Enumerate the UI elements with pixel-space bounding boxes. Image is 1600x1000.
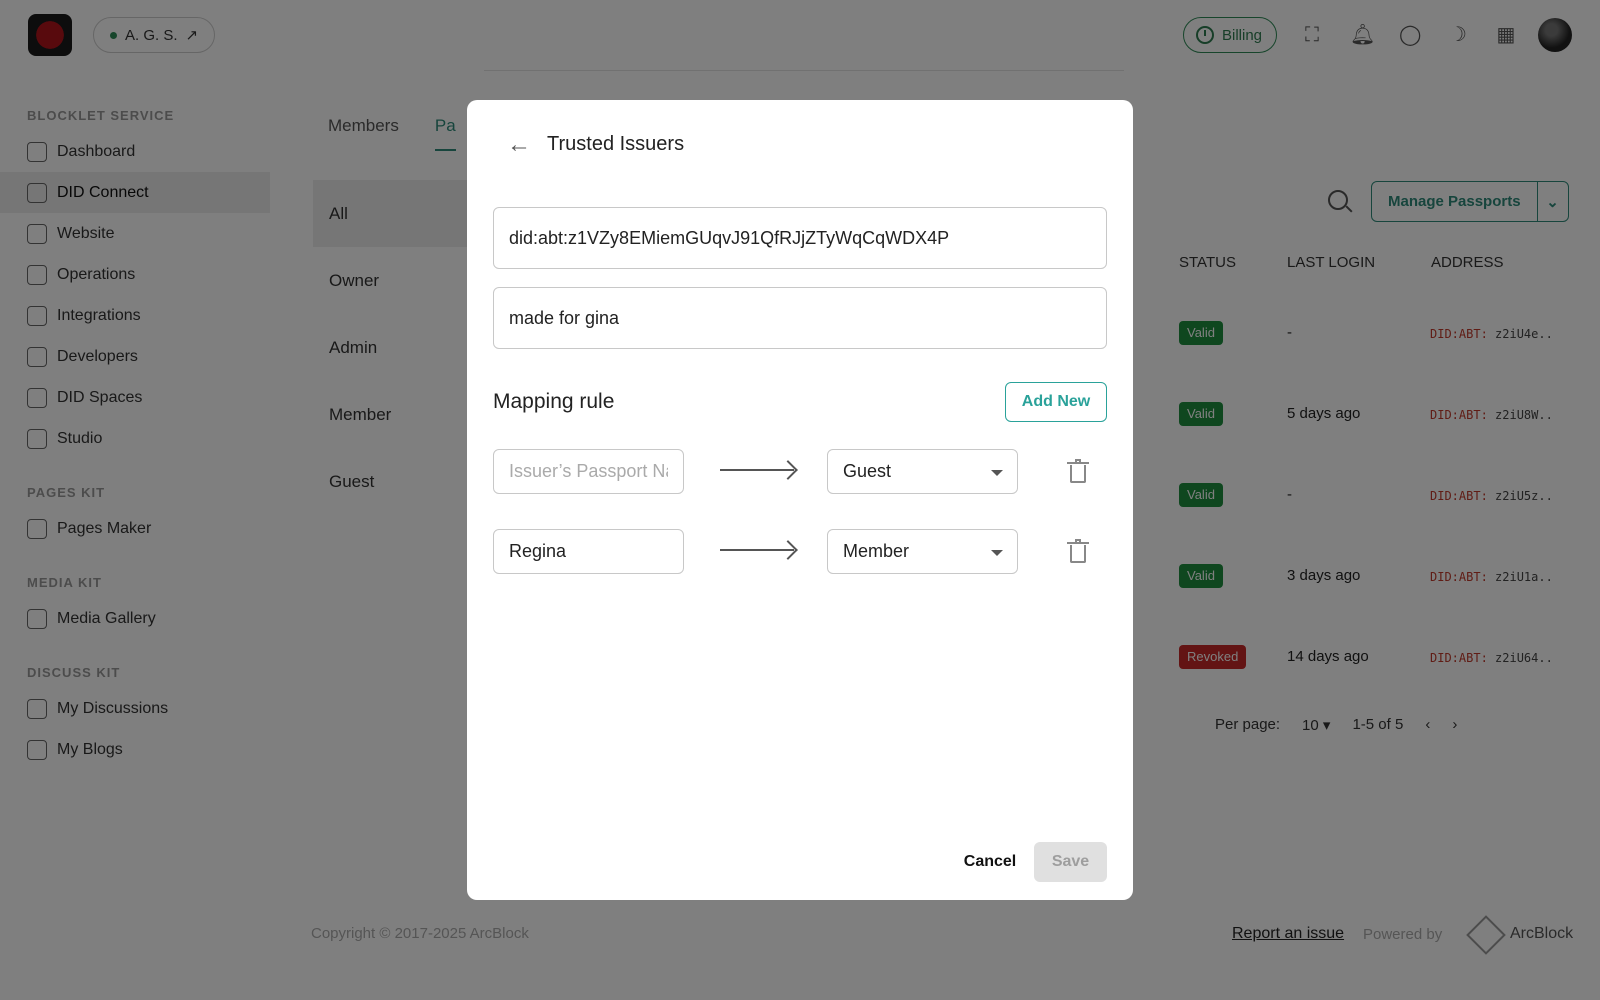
dialog-title: Trusted Issuers — [547, 133, 685, 155]
mapping-rule-label: Mapping rule — [493, 390, 615, 413]
issuer-remark-field[interactable] — [493, 287, 1107, 349]
save-button[interactable]: Save — [1034, 842, 1107, 882]
role-select-value: Member — [843, 541, 910, 561]
role-select-value: Guest — [843, 461, 892, 481]
trash-icon[interactable] — [1067, 539, 1089, 563]
mapping-arrow-icon — [720, 549, 794, 551]
issuer-passport-name-input[interactable] — [493, 449, 684, 494]
issuer-did-field[interactable] — [493, 207, 1107, 269]
role-select[interactable]: Member — [827, 529, 1018, 574]
trusted-issuers-dialog: ← Trusted Issuers Mapping rule Add New G… — [467, 100, 1133, 900]
trash-icon[interactable] — [1067, 459, 1089, 483]
issuer-passport-name-input[interactable] — [493, 529, 684, 574]
add-new-button[interactable]: Add New — [1005, 382, 1107, 422]
mapping-arrow-icon — [720, 469, 794, 471]
dropdown-caret-icon — [991, 550, 1003, 556]
back-arrow-icon[interactable]: ← — [507, 132, 533, 158]
role-select[interactable]: Guest — [827, 449, 1018, 494]
dropdown-caret-icon — [991, 470, 1003, 476]
cancel-button[interactable]: Cancel — [947, 842, 1033, 882]
